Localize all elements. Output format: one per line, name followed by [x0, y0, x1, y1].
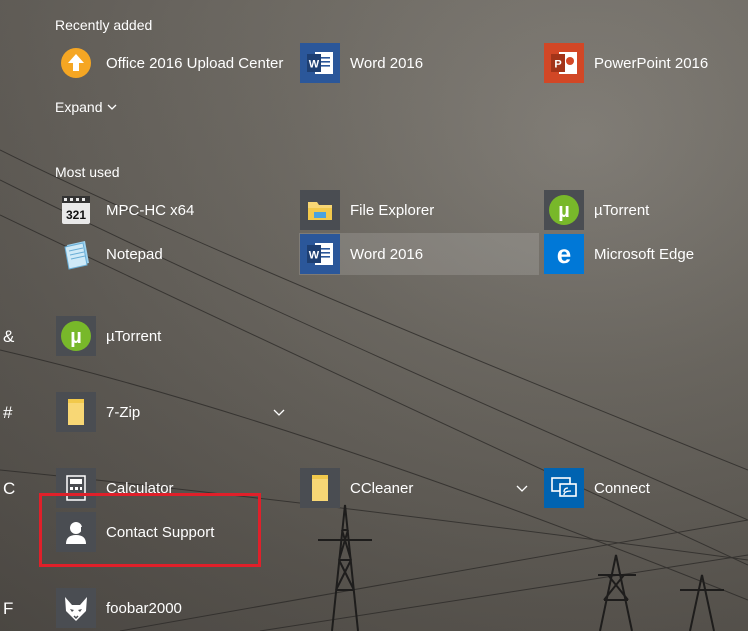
notepad-icon	[56, 234, 96, 274]
tile-label: 7-Zip	[106, 403, 141, 421]
tile-label: PowerPoint 2016	[594, 54, 709, 72]
upload-arrow-icon	[56, 43, 96, 83]
tile-label: µTorrent	[594, 201, 650, 219]
tile-label: Office 2016 Upload Center	[106, 54, 284, 72]
tile-office-upload-center[interactable]: Office 2016 Upload Center	[55, 42, 295, 84]
chevron-down-icon[interactable]	[272, 405, 286, 419]
tile-utorrent[interactable]: µ µTorrent	[55, 315, 295, 357]
utorrent-icon: µ	[56, 316, 96, 356]
tile-word-2016-most-used[interactable]: W Word 2016	[299, 233, 539, 275]
svg-text:P: P	[554, 59, 561, 71]
word-icon: W	[300, 234, 340, 274]
svg-text:321: 321	[66, 208, 86, 222]
svg-text:W: W	[309, 250, 320, 262]
tile-7zip-folder[interactable]: 7-Zip	[55, 391, 295, 433]
tile-utorrent-most-used[interactable]: µ µTorrent	[543, 189, 743, 231]
group-letter-f[interactable]: F	[3, 599, 13, 619]
utorrent-icon: µ	[544, 190, 584, 230]
svg-text:µ: µ	[70, 326, 82, 348]
word-icon: W	[300, 43, 340, 83]
tile-foobar2000[interactable]: foobar2000	[55, 587, 295, 629]
tile-label: File Explorer	[350, 201, 435, 219]
foobar-icon	[56, 588, 96, 628]
tile-ccleaner-folder[interactable]: CCleaner	[299, 467, 539, 509]
svg-text:e: e	[557, 239, 571, 269]
tile-label: Connect	[594, 479, 650, 497]
tile-label: foobar2000	[106, 599, 182, 617]
most-used-header: Most used	[55, 164, 120, 180]
chevron-down-icon[interactable]	[515, 481, 529, 495]
tile-label: µTorrent	[106, 327, 162, 345]
tile-connect[interactable]: Connect	[543, 467, 743, 509]
tile-label: MPC-HC x64	[106, 201, 195, 219]
tile-mpc-hc-x64[interactable]: 321 MPC-HC x64	[55, 189, 295, 231]
tile-label: CCleaner	[350, 479, 414, 497]
mpc-hc-icon: 321	[56, 190, 96, 230]
chevron-down-icon	[108, 104, 117, 110]
folder-icon	[56, 392, 96, 432]
annotation-highlight-box	[39, 493, 261, 567]
tile-label: Notepad	[106, 245, 163, 263]
folder-icon	[300, 190, 340, 230]
tile-label: Microsoft Edge	[594, 245, 695, 263]
folder-icon	[300, 468, 340, 508]
group-letter-ampersand[interactable]: &	[3, 327, 14, 347]
tile-notepad[interactable]: Notepad	[55, 233, 295, 275]
group-letter-c[interactable]: C	[3, 479, 15, 499]
connect-icon	[544, 468, 584, 508]
powerpoint-icon: P	[544, 43, 584, 83]
recently-added-header: Recently added	[55, 17, 153, 33]
svg-text:µ: µ	[558, 200, 570, 222]
expand-label: Expand	[55, 99, 103, 115]
tile-file-explorer[interactable]: File Explorer	[299, 189, 539, 231]
tile-word-2016-recent[interactable]: W Word 2016	[299, 42, 539, 84]
svg-text:W: W	[309, 59, 320, 71]
tile-microsoft-edge[interactable]: e Microsoft Edge	[543, 233, 743, 275]
tile-label: Word 2016	[350, 54, 424, 72]
expand-button[interactable]: Expand	[55, 99, 118, 115]
tile-powerpoint-2016[interactable]: P PowerPoint 2016	[543, 42, 743, 84]
group-letter-hash[interactable]: #	[3, 403, 12, 423]
tile-label: Word 2016	[350, 245, 424, 263]
edge-icon: e	[544, 234, 584, 274]
